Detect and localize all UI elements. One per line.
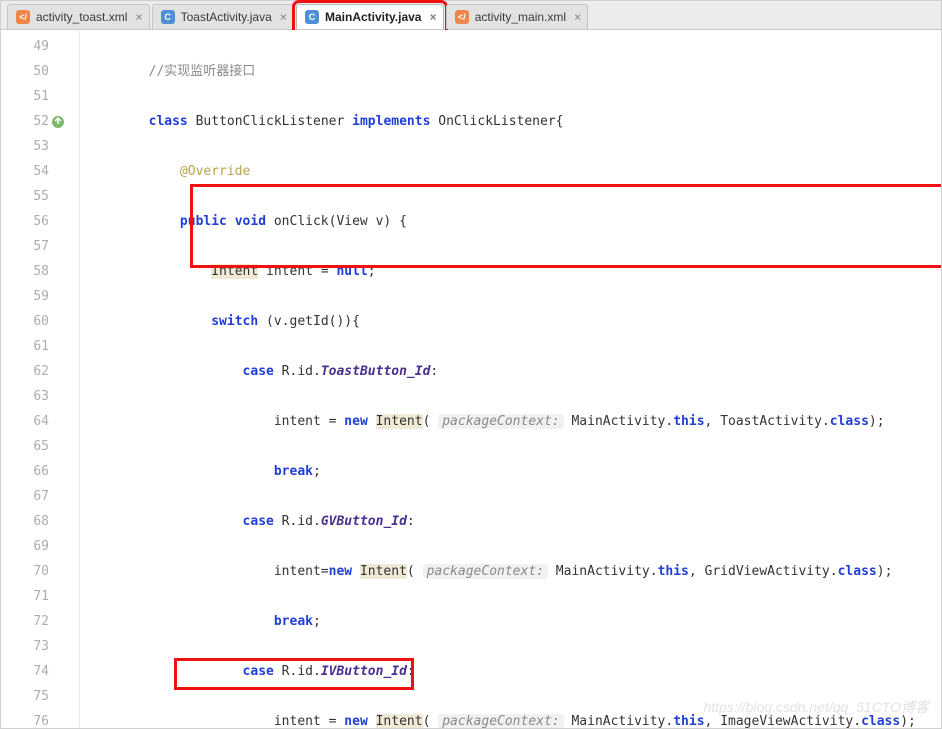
close-icon[interactable]: ×	[429, 10, 436, 24]
ide-window: </ activity_toast.xml × C ToastActivity.…	[0, 0, 942, 729]
watermark-text: https://blog.csdn.net/qq_51CTO博客	[704, 695, 929, 720]
tab-label: activity_main.xml	[475, 10, 566, 24]
tab-activity-toast-xml[interactable]: </ activity_toast.xml ×	[7, 4, 150, 29]
xml-file-icon: </	[16, 10, 30, 24]
java-file-icon: C	[305, 10, 319, 24]
xml-file-icon: </	[455, 10, 469, 24]
tab-label: ToastActivity.java	[181, 10, 272, 24]
fold-gutter[interactable]	[61, 30, 80, 728]
tab-toastactivity-java[interactable]: C ToastActivity.java ×	[152, 4, 294, 29]
tab-label: activity_toast.xml	[36, 10, 127, 24]
close-icon[interactable]: ×	[280, 10, 287, 24]
tab-activity-main-xml[interactable]: </ activity_main.xml ×	[446, 4, 589, 29]
tab-label: MainActivity.java	[325, 10, 421, 24]
line-number-gutter: 4950515253545556575859606162636465666768…	[1, 30, 61, 728]
tab-mainactivity-java[interactable]: C MainActivity.java ×	[296, 4, 444, 29]
close-icon[interactable]: ×	[574, 10, 581, 24]
java-file-icon: C	[161, 10, 175, 24]
code-comment: //实现监听器接口	[149, 64, 256, 79]
editor-tabbar: </ activity_toast.xml × C ToastActivity.…	[1, 1, 941, 30]
override-annotation: @Override	[180, 164, 250, 179]
code-editor[interactable]: 4950515253545556575859606162636465666768…	[1, 30, 941, 728]
code-area[interactable]: //实现监听器接口 class ButtonClickListener impl…	[80, 30, 941, 728]
override-gutter-icon[interactable]	[51, 113, 65, 127]
close-icon[interactable]: ×	[135, 10, 142, 24]
